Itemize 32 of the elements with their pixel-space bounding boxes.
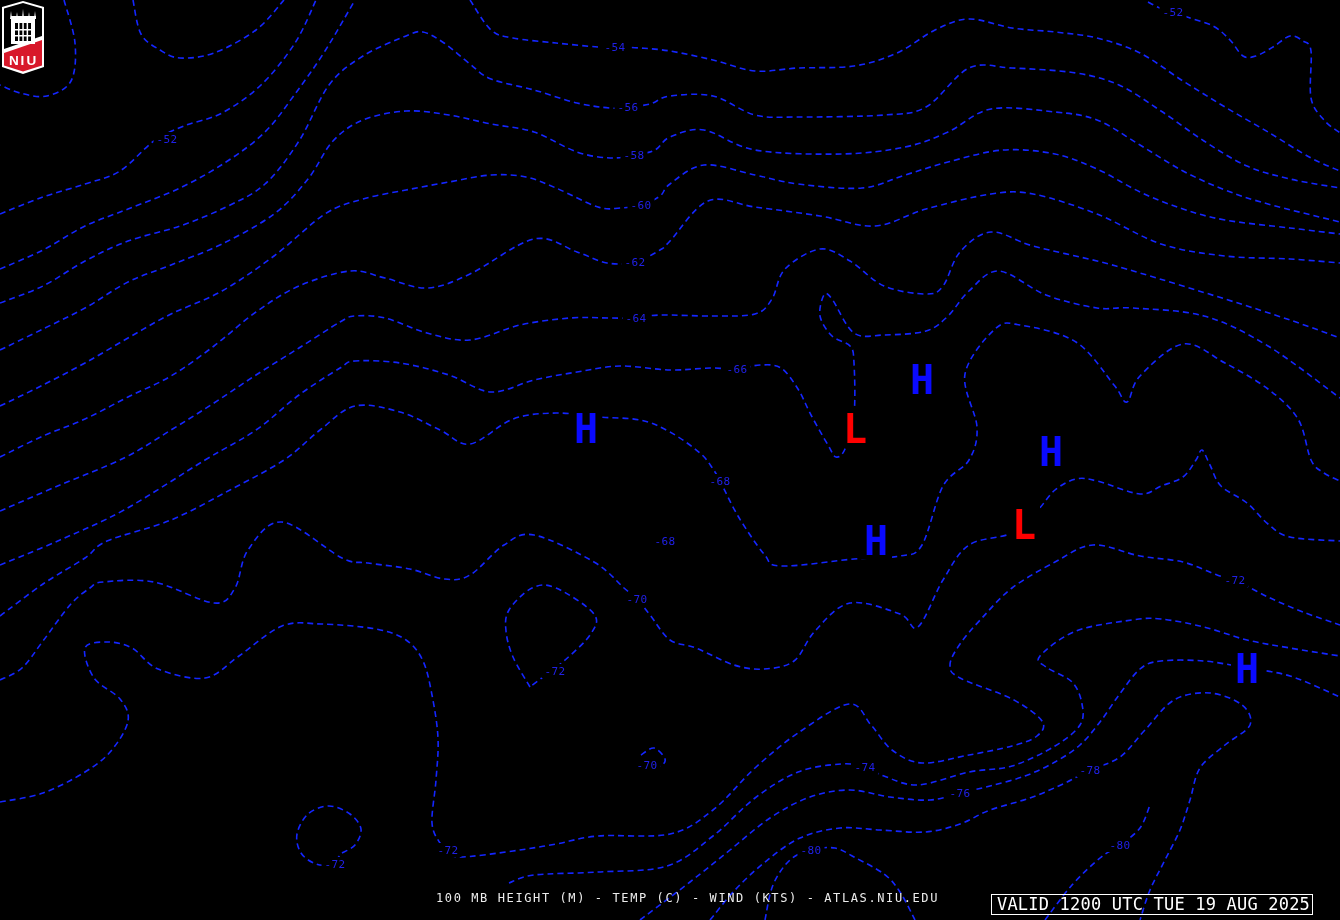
contour-label: -58	[623, 149, 645, 162]
high-pressure-letter: H	[1038, 428, 1064, 475]
contour-label: -70	[636, 759, 658, 772]
high-pressure-letter: H	[863, 517, 889, 564]
contour-label: -72	[544, 665, 566, 678]
contour-label: -72	[1224, 574, 1246, 587]
contour-label: -66	[726, 363, 748, 376]
contour-label: -80	[1109, 839, 1131, 852]
high-pressure-letter: H	[573, 405, 599, 452]
contour-label: -60	[630, 199, 652, 212]
contour-label: -72	[437, 844, 459, 857]
contour-label: -64	[625, 312, 647, 325]
contour-label: -78	[1079, 764, 1101, 777]
contour-label: -62	[624, 256, 646, 269]
valid-time-label: VALID 1200 UTC TUE 19 AUG 2025	[991, 894, 1314, 915]
contour-label: -70	[626, 593, 648, 606]
contour-label: -80	[800, 844, 822, 857]
high-pressure-letter: H	[909, 356, 935, 403]
map-caption: 100 MB HEIGHT (M) - TEMP (C) - WIND (KTS) - ATLAS.NIU.EDU	[436, 890, 939, 906]
contour-label: -72	[324, 858, 346, 871]
contour-label: -56	[617, 101, 639, 114]
contour-label: -52	[156, 133, 178, 146]
contour-label: -54	[604, 41, 626, 54]
logo-text: NIU	[8, 52, 39, 68]
contour-label: -76	[949, 787, 971, 800]
contour-label: -68	[709, 475, 731, 488]
low-pressure-letter: L	[842, 405, 868, 452]
low-pressure-letter: L	[1011, 501, 1037, 548]
contour-label: -74	[854, 761, 876, 774]
high-pressure-letter: H	[1234, 645, 1260, 692]
contour-label: -52	[1162, 6, 1184, 19]
contour-label: -68	[654, 535, 676, 548]
